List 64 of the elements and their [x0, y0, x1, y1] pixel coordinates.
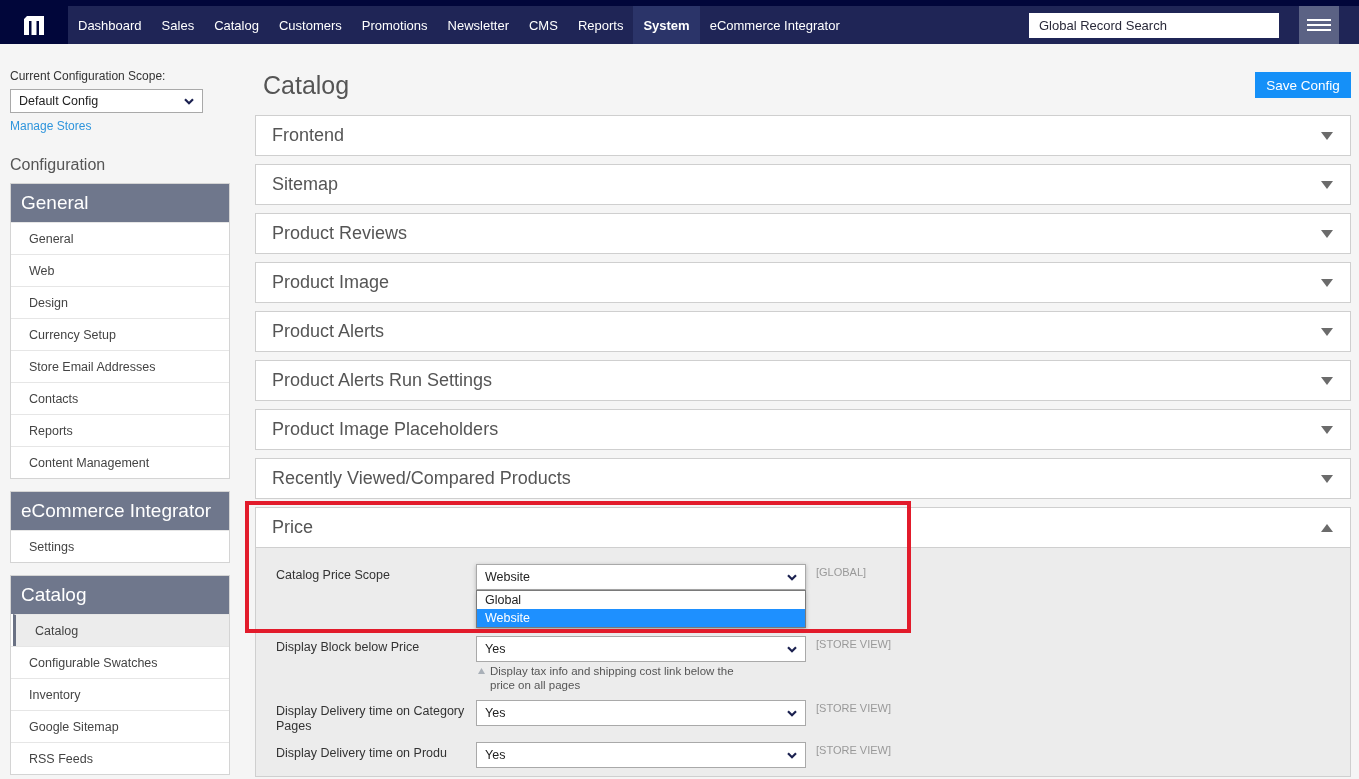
field-label: Catalog Price Scope	[276, 567, 391, 584]
page-title: Catalog	[263, 70, 350, 100]
nav-item[interactable]: eCommerce Integrator	[699, 6, 850, 44]
sidebar-item[interactable]: Reports	[11, 414, 229, 446]
logo-icon	[24, 15, 44, 35]
nav-item[interactable]: Sales	[151, 6, 205, 44]
field-label: Display Delivery time on Produ	[276, 745, 448, 762]
nav-item[interactable]: System	[633, 6, 700, 44]
scope-label: [STORE VIEW]	[816, 637, 891, 652]
section-header[interactable]: Product Image Placeholders	[255, 409, 1351, 450]
field-label: Display Delivery time on Category Pages	[276, 703, 466, 734]
nav-item[interactable]: Dashboard	[68, 6, 152, 44]
nav-item[interactable]: Reports	[567, 6, 634, 44]
sidebar-item[interactable]: Currency Setup	[11, 318, 229, 350]
section-header[interactable]: Frontend	[255, 115, 1351, 156]
field-note: Display tax info and shipping cost link below the price on all pages	[490, 664, 735, 692]
menu-button[interactable]	[1299, 6, 1339, 44]
section-header[interactable]: Product Alerts	[255, 311, 1351, 352]
chevron-down-icon	[184, 97, 194, 105]
scope-label: Current Configuration Scope:	[10, 69, 167, 83]
scope-dropdown[interactable]: Default Config	[10, 89, 203, 113]
triangle-icon	[478, 668, 485, 674]
section-header[interactable]: Sitemap	[255, 164, 1351, 205]
sidebar-item[interactable]: Web	[11, 254, 229, 286]
dropdown-field[interactable]: Yes	[476, 742, 806, 768]
nav-item[interactable]: Newsletter	[437, 6, 519, 44]
section-header[interactable]: Recently Viewed/Compared Products	[255, 458, 1351, 499]
sidebar-item[interactable]: Google Sitemap	[11, 710, 229, 742]
config-heading: Configuration	[10, 155, 107, 175]
scope-label: [GLOBAL]	[816, 565, 867, 580]
dropdown-field[interactable]: Website	[476, 564, 806, 590]
group-header: Catalog	[11, 576, 229, 614]
menu-icon	[1307, 19, 1331, 31]
chevron-down-icon	[787, 709, 797, 717]
group-header: General	[11, 184, 229, 222]
sidebar-item[interactable]: Configurable Swatches	[11, 646, 229, 678]
section-header[interactable]: Product Image	[255, 262, 1351, 303]
nav-item[interactable]: CMS	[519, 6, 568, 44]
chevron-down-icon	[787, 751, 797, 759]
sidebar-item[interactable]: RSS Feeds	[11, 742, 229, 774]
sidebar-item[interactable]: Store Email Addresses	[11, 350, 229, 382]
scope-label: [STORE VIEW]	[816, 743, 891, 758]
search-field[interactable]: Global Record Search	[1029, 12, 1279, 38]
sidebar-item[interactable]: Content Management	[11, 446, 229, 478]
chevron-down-icon	[787, 645, 797, 653]
sidebar-item[interactable]: Settings	[11, 530, 229, 562]
sidebar-item[interactable]: Design	[11, 286, 229, 318]
field-label: Display Block below Price	[276, 639, 421, 656]
dropdown-field[interactable]: Yes	[476, 700, 806, 726]
sidebar-item[interactable]: General	[11, 222, 229, 254]
nav-item[interactable]: Customers	[268, 6, 352, 44]
section-header[interactable]: Product Reviews	[255, 213, 1351, 254]
group-header: eCommerce Integrator	[11, 492, 229, 530]
scope-label: [STORE VIEW]	[816, 701, 891, 716]
nav-item[interactable]: Catalog	[204, 6, 269, 44]
dropdown-field[interactable]: Yes	[476, 636, 806, 662]
dropdown-option[interactable]: Global	[477, 591, 805, 609]
sidebar-item[interactable]: Contacts	[11, 382, 229, 414]
chevron-down-icon	[787, 573, 797, 581]
sidebar-item[interactable]: Catalog	[13, 614, 229, 646]
nav-item[interactable]: Promotions	[351, 6, 438, 44]
sidebar-item[interactable]: Inventory	[11, 678, 229, 710]
section-header[interactable]: Product Alerts Run Settings	[255, 360, 1351, 401]
section-header[interactable]: Price	[255, 507, 1351, 548]
